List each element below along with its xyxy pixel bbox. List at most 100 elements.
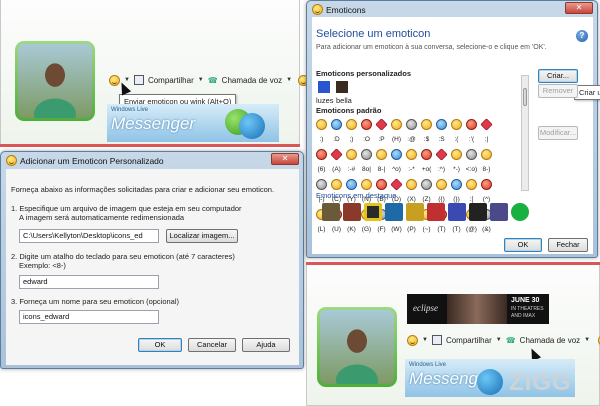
chevron-down-icon[interactable]: ▼	[584, 337, 590, 343]
close-button[interactable]: ✕	[271, 153, 299, 165]
ad-brand-small: Windows Live	[111, 107, 149, 113]
scrollbar-thumb[interactable]	[523, 88, 527, 106]
standard-emoticon[interactable]	[449, 147, 464, 162]
standard-emoticon[interactable]	[449, 177, 464, 192]
emoticon-icon	[466, 179, 477, 190]
featured-emoticon[interactable]	[490, 203, 508, 221]
standard-emoticon[interactable]	[404, 117, 419, 132]
standard-emoticon[interactable]	[389, 177, 404, 192]
messenger-ad[interactable]: Windows Live Messenger	[107, 104, 279, 142]
help-icon[interactable]: ?	[576, 30, 588, 42]
featured-emoticon[interactable]	[385, 203, 403, 221]
shortcut-field[interactable]: edward	[19, 275, 159, 289]
emoticon-icon	[361, 149, 372, 160]
standard-emoticon[interactable]	[434, 147, 449, 162]
standard-emoticon[interactable]	[359, 147, 374, 162]
featured-emoticon[interactable]	[364, 203, 382, 221]
top-chat-accent-line	[0, 144, 300, 147]
emoticon-icon	[481, 179, 492, 190]
emoticon-icon[interactable]	[407, 334, 418, 346]
chevron-down-icon[interactable]: ▼	[198, 77, 204, 83]
voice-call-button[interactable]: Chamada de voz	[222, 76, 282, 85]
emoticon-shortcut-label: :|	[484, 136, 489, 143]
standard-emoticon[interactable]	[374, 147, 389, 162]
emoticon-shortcut-label: :(	[454, 136, 459, 143]
standard-emoticon[interactable]	[359, 177, 374, 192]
featured-emoticon[interactable]	[511, 203, 529, 221]
help-button[interactable]: Ajuda	[242, 338, 290, 352]
voice-call-icon: ☎	[207, 75, 218, 85]
emoticon-name-field[interactable]: icons_edward	[19, 310, 159, 324]
standard-emoticon[interactable]	[419, 177, 434, 192]
standard-emoticon[interactable]	[449, 117, 464, 132]
share-button[interactable]: Compartilhar	[446, 336, 492, 345]
standard-emoticon[interactable]	[434, 177, 449, 192]
emoticon-scrollbar[interactable]	[521, 75, 529, 191]
standard-emoticon[interactable]	[479, 117, 494, 132]
standard-emoticon[interactable]	[419, 117, 434, 132]
emoticon-shortcut-label: (F)	[377, 226, 386, 233]
standard-emoticon[interactable]	[404, 177, 419, 192]
image-path-field[interactable]: C:\Users\Kellyton\Desktop\icons_ed	[19, 229, 159, 243]
standard-emoticon[interactable]	[464, 147, 479, 162]
custom-emoticon-luzes[interactable]	[318, 81, 330, 93]
standard-emoticon[interactable]	[314, 177, 329, 192]
create-button[interactable]: Criar...	[538, 69, 578, 83]
banner-date: JUNE 30	[511, 297, 540, 304]
featured-emoticon[interactable]	[343, 203, 361, 221]
standard-emoticon[interactable]	[404, 147, 419, 162]
remove-button[interactable]: Remover	[538, 84, 578, 98]
featured-emoticon[interactable]	[322, 203, 340, 221]
featured-emoticon[interactable]	[469, 203, 487, 221]
emoticon-icon	[316, 149, 327, 160]
standard-emoticon[interactable]	[389, 147, 404, 162]
standard-emoticon[interactable]	[479, 177, 494, 192]
featured-emoticon[interactable]	[427, 203, 445, 221]
standard-emoticon[interactable]	[374, 177, 389, 192]
standard-emoticon[interactable]	[344, 177, 359, 192]
emoticon-icon	[375, 118, 388, 131]
chevron-down-icon[interactable]: ▼	[286, 77, 292, 83]
featured-emoticon[interactable]	[448, 203, 466, 221]
modify-button[interactable]: Modificar...	[538, 126, 578, 140]
cancel-button[interactable]: Cancelar	[188, 338, 236, 352]
standard-emoticon[interactable]	[329, 177, 344, 192]
custom-emoticon-bella[interactable]	[336, 81, 348, 93]
chevron-down-icon[interactable]: ▼	[496, 337, 502, 343]
standard-emoticon[interactable]	[479, 147, 494, 162]
browse-image-button[interactable]: Localizar imagem...	[166, 229, 238, 243]
share-button[interactable]: Compartilhar	[148, 76, 194, 85]
standard-emoticon[interactable]	[314, 117, 329, 132]
emoticon-icon	[330, 148, 343, 161]
voice-call-button[interactable]: Chamada de voz	[520, 336, 580, 345]
emoticons-body: Selecione um emoticon ? Para adicionar u…	[312, 17, 600, 254]
standard-emoticon[interactable]	[344, 147, 359, 162]
movie-banner[interactable]: eclipse JUNE 30 IN THEATRES AND IMAX	[407, 294, 549, 324]
contact-avatar[interactable]	[317, 307, 397, 387]
emoticon-shortcut-label: ;)	[349, 136, 354, 143]
standard-emoticon[interactable]	[329, 147, 344, 162]
standard-emoticon[interactable]	[389, 117, 404, 132]
banner-theatres: IN THEATRES	[511, 306, 544, 312]
standard-emoticon[interactable]	[344, 117, 359, 132]
chevron-down-icon[interactable]: ▼	[422, 337, 428, 343]
close-dialog-button[interactable]: Fechar	[548, 238, 588, 252]
site-watermark: ZIGG	[509, 369, 572, 396]
standard-emoticon[interactable]	[419, 147, 434, 162]
ok-button[interactable]: OK	[504, 238, 542, 252]
standard-emoticon[interactable]	[314, 147, 329, 162]
close-button[interactable]: ✕	[565, 2, 593, 14]
contact-avatar[interactable]	[15, 41, 95, 121]
featured-emoticon[interactable]	[406, 203, 424, 221]
standard-emoticon[interactable]	[359, 117, 374, 132]
standard-emoticon[interactable]	[464, 177, 479, 192]
standard-emoticon[interactable]	[374, 117, 389, 132]
standard-emoticon[interactable]	[434, 117, 449, 132]
standard-emoticon[interactable]	[464, 117, 479, 132]
emoticon-shortcut-label: :$	[423, 136, 430, 143]
step3-label: 3. Forneça um nome para seu emoticon (op…	[11, 297, 180, 306]
emoticon-shortcut-label: (~)	[422, 226, 431, 233]
bottom-chat-panel: eclipse JUNE 30 IN THEATRES AND IMAX ▼ C…	[306, 265, 600, 406]
standard-emoticon[interactable]	[329, 117, 344, 132]
ok-button[interactable]: OK	[138, 338, 182, 352]
